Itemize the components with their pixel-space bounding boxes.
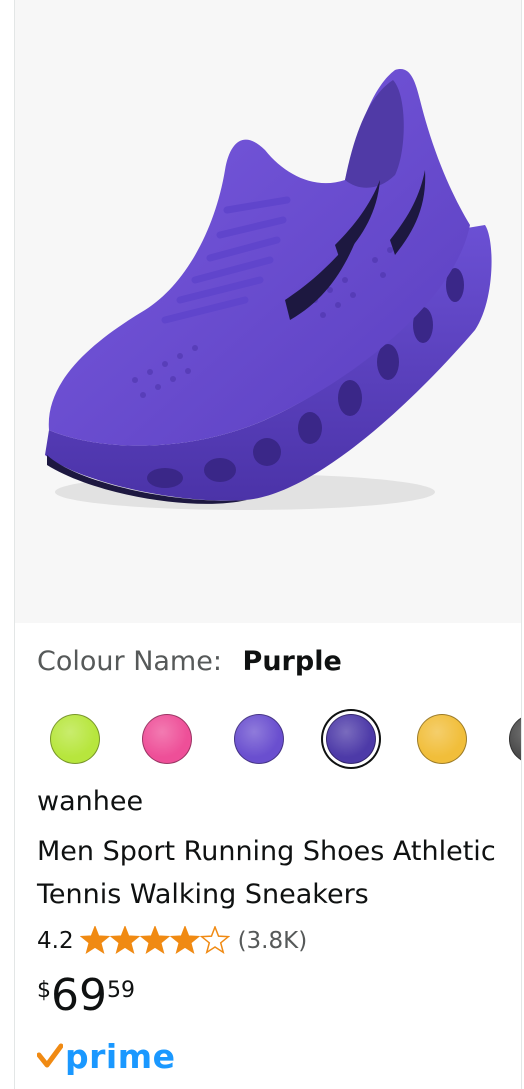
star-full-icon	[169, 926, 200, 955]
shoe-image	[45, 69, 492, 510]
star-full-icon	[79, 926, 110, 955]
brand-name[interactable]: wanhee	[37, 786, 143, 817]
price: $6959	[37, 970, 135, 1021]
colour-name-label: Colour Name:	[37, 646, 222, 677]
swatch-dark-grey[interactable]	[509, 714, 521, 764]
prime-label: prime	[65, 1036, 176, 1076]
swatch-yellow[interactable]	[417, 714, 467, 764]
review-count: (3.8K)	[237, 928, 308, 954]
star-rating	[79, 926, 230, 956]
swatch-purple[interactable]	[326, 714, 376, 764]
product-title[interactable]: Men Sport Running Shoes Athletic Tennis …	[37, 830, 507, 916]
rating-value: 4.2	[37, 928, 74, 954]
prime-badge: prime	[37, 1034, 175, 1078]
swatch-pink[interactable]	[142, 714, 192, 764]
colour-swatches	[15, 704, 521, 774]
prime-check-icon	[37, 1043, 63, 1068]
product-image[interactable]	[15, 0, 521, 623]
rating-row[interactable]: 4.2 (3.8K)	[37, 922, 307, 960]
colour-name-row: Colour Name: Purple	[37, 646, 342, 677]
swatch-light-purple[interactable]	[234, 714, 284, 764]
star-empty-icon	[199, 926, 230, 955]
swatch-lime[interactable]	[50, 714, 100, 764]
stars-icon	[79, 926, 230, 955]
colour-name-value: Purple	[242, 646, 342, 677]
star-full-icon	[109, 926, 140, 955]
price-whole: 69	[51, 970, 107, 1021]
star-full-icon	[139, 926, 170, 955]
product-card: Colour Name: Purple wanhee Men Sport Run…	[14, 0, 522, 1089]
price-symbol: $	[37, 978, 51, 1003]
price-fraction: 59	[107, 978, 135, 1003]
